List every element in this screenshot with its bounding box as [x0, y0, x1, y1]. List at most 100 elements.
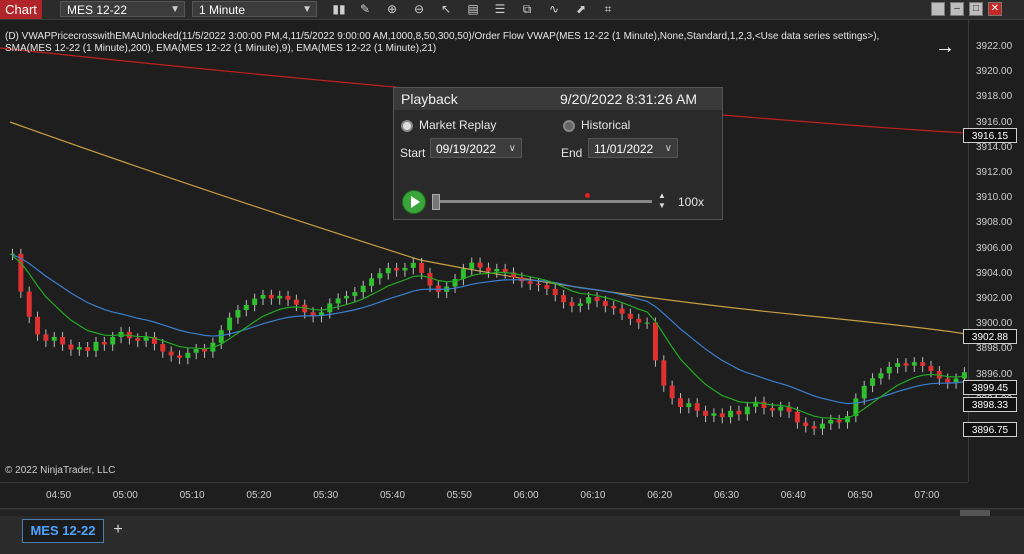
chart-toolbar: Chart MES 12-22 ▼ 1 Minute ▼ ▮▮ ✎ ⊕ ⊖ ↖ …: [0, 0, 1024, 20]
pencil-icon[interactable]: ✎: [356, 1, 374, 17]
price-axis-label: 3916.00: [976, 116, 1013, 128]
candle: [93, 342, 99, 351]
zoom-out-icon[interactable]: ⊖: [410, 1, 428, 17]
price-axis-label: 3902.00: [976, 293, 1013, 304]
arrow-right-icon[interactable]: →: [935, 36, 955, 59]
candle: [861, 385, 867, 399]
end-date-value: 11/01/2022: [594, 142, 654, 156]
horizontal-scrollbar[interactable]: [0, 510, 1024, 516]
candle: [419, 262, 425, 273]
close-button[interactable]: ✕: [988, 2, 1002, 16]
candle: [619, 308, 625, 314]
indicator-icon[interactable]: ∿: [545, 1, 563, 17]
candle: [694, 403, 700, 411]
add-tab-button[interactable]: +: [107, 519, 129, 541]
candle: [870, 378, 876, 386]
price-axis-label: 3906.00: [976, 242, 1013, 254]
bars-icon[interactable]: ▮▮: [330, 1, 348, 17]
candle: [594, 297, 600, 301]
price-marker-ema21: 3899.45: [963, 380, 1017, 395]
candle: [678, 398, 683, 408]
window-menu-button[interactable]: [931, 2, 945, 16]
time-axis-label: 07:00: [914, 490, 940, 501]
price-axis-label: 3908.00: [976, 217, 1013, 229]
time-axis-label: 05:30: [313, 490, 339, 501]
start-date-picker[interactable]: 09/19/2022 ∨: [430, 138, 522, 158]
playback-slider[interactable]: [432, 200, 652, 203]
candle: [410, 262, 416, 268]
maximize-button[interactable]: □: [969, 2, 983, 16]
candle: [728, 410, 734, 418]
candle: [260, 294, 266, 299]
candle: [703, 410, 709, 416]
candle: [60, 336, 66, 345]
spin-up-icon[interactable]: ▲: [656, 191, 668, 201]
chevron-down-icon: ∨: [508, 143, 516, 154]
indicator-labels: (D) VWAPPricecrosswithEMAUnlocked(11/5/2…: [5, 31, 925, 55]
candle: [277, 295, 283, 299]
tab-mes-12-22[interactable]: MES 12-22: [22, 519, 104, 543]
price-axis-label: 3918.00: [976, 91, 1013, 103]
minimize-button[interactable]: –: [950, 2, 964, 16]
candle: [293, 299, 299, 305]
data-box-icon[interactable]: ▤: [464, 1, 482, 17]
price-axis-label: 3896.00: [976, 368, 1013, 380]
attach-icon[interactable]: ⌗: [599, 1, 617, 17]
candle: [953, 378, 959, 383]
time-axis-label: 06:20: [647, 490, 673, 501]
candle: [202, 349, 208, 352]
candle: [828, 419, 834, 424]
candle: [494, 268, 500, 272]
time-axis-label: 06:50: [847, 490, 873, 501]
price-marker-ema9: 3898.33: [963, 397, 1017, 412]
price-axis-label: 3920.00: [976, 66, 1013, 78]
speed-spinner[interactable]: ▲ ▼: [656, 191, 668, 211]
copyright-text: © 2022 NinjaTrader, LLC: [5, 465, 116, 476]
historical-radio[interactable]: [563, 120, 575, 132]
time-axis-label: 05:00: [112, 490, 138, 501]
price-marker-sma: 3902.88: [963, 329, 1017, 344]
trend-icon[interactable]: ⬈: [572, 1, 590, 17]
strategy-icon[interactable]: ⧉: [518, 1, 536, 17]
candle: [477, 262, 483, 268]
candle: [895, 363, 901, 367]
start-date-value: 09/19/2022: [436, 142, 497, 156]
time-axis[interactable]: [0, 482, 968, 509]
instrument-value: MES 12-22: [67, 3, 128, 17]
candle: [68, 344, 74, 350]
candle: [502, 268, 508, 273]
candle: [836, 419, 842, 423]
candle: [586, 297, 592, 304]
zoom-in-icon[interactable]: ⊕: [383, 1, 401, 17]
candle: [744, 406, 750, 415]
candle: [377, 273, 383, 279]
scrollbar-thumb[interactable]: [960, 510, 990, 516]
instrument-selector[interactable]: MES 12-22 ▼: [60, 1, 185, 17]
end-date-picker[interactable]: 11/01/2022 ∨: [588, 138, 678, 158]
time-axis-label: 06:40: [780, 490, 806, 501]
chevron-down-icon: ∨: [664, 143, 672, 154]
spin-down-icon[interactable]: ▼: [656, 201, 668, 211]
candle: [736, 410, 742, 415]
candle: [711, 413, 717, 416]
properties-icon[interactable]: ☰: [491, 1, 509, 17]
market-replay-label: Market Replay: [419, 118, 497, 132]
candle: [569, 302, 575, 306]
playback-header[interactable]: Playback 9/20/2022 8:31:26 AM: [394, 88, 722, 110]
candle: [335, 298, 341, 304]
end-label: End: [561, 146, 583, 160]
candle: [961, 372, 967, 379]
price-marker-last: 3896.75: [963, 422, 1017, 437]
candle: [369, 278, 375, 286]
time-axis-label: 05:10: [179, 490, 205, 501]
slider-thumb[interactable]: [432, 194, 440, 210]
candle: [26, 291, 32, 317]
pointer-icon[interactable]: ↖: [437, 1, 455, 17]
candle: [10, 253, 15, 255]
market-replay-radio[interactable]: [401, 120, 413, 132]
play-button[interactable]: [402, 190, 426, 214]
time-axis-label: 05:50: [446, 490, 472, 501]
start-label: Start: [400, 146, 426, 160]
interval-selector[interactable]: 1 Minute ▼: [192, 1, 317, 17]
candle: [135, 338, 141, 341]
